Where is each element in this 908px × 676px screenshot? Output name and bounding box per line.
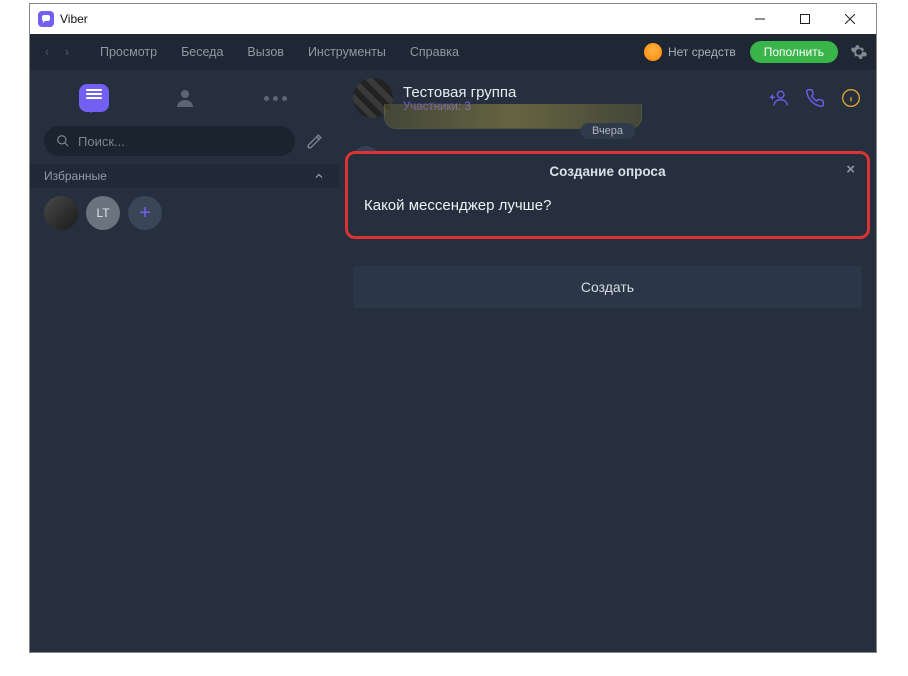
poll-close-button[interactable]: × — [846, 162, 855, 177]
favorite-avatar[interactable] — [44, 196, 78, 230]
topup-button[interactable]: Пополнить — [750, 41, 838, 63]
app-window: Viber ‹ › Просмотр Беседа Вызов Инструме… — [29, 3, 877, 653]
menu-chat[interactable]: Беседа — [169, 39, 235, 65]
info-button[interactable] — [840, 87, 862, 109]
sidebar-tabs — [30, 70, 339, 126]
maximize-button[interactable] — [782, 4, 827, 34]
add-favorite-button[interactable]: + — [128, 196, 162, 230]
titlebar: Viber — [30, 4, 876, 34]
chat-actions — [768, 87, 862, 109]
chat-list[interactable] — [30, 240, 339, 652]
menu-view[interactable]: Просмотр — [88, 39, 169, 65]
chat-title: Тестовая группа — [403, 84, 758, 101]
nav-forward-button[interactable]: › — [58, 44, 76, 60]
chevron-up-icon — [313, 170, 325, 182]
main-area: Поиск... Избранные LT + — [30, 70, 876, 652]
chats-tab[interactable] — [73, 77, 115, 119]
more-tab[interactable] — [255, 77, 297, 119]
minimize-button[interactable] — [737, 4, 782, 34]
settings-button[interactable] — [850, 43, 868, 61]
call-button[interactable] — [804, 87, 826, 109]
poll-dialog: Создание опроса × Какой мессенджер лучше… — [345, 151, 870, 239]
favorites-label: Избранные — [44, 169, 107, 183]
chat-panel: Тестовая группа Участники: 3 — [339, 70, 876, 652]
search-row: Поиск... — [30, 126, 339, 164]
menubar: ‹ › Просмотр Беседа Вызов Инструменты Сп… — [30, 34, 876, 70]
chat-content: Вчера Создание опроса × Какой мессенджер… — [339, 126, 876, 652]
menu-tools[interactable]: Инструменты — [296, 39, 398, 65]
search-placeholder: Поиск... — [78, 134, 125, 149]
poll-question-input[interactable]: Какой мессенджер лучше? — [362, 189, 853, 228]
favorites-row: LT + — [30, 188, 339, 240]
contacts-tab[interactable] — [164, 77, 206, 119]
favorites-header[interactable]: Избранные — [30, 164, 339, 188]
coin-icon — [644, 43, 662, 61]
poll-dialog-title: Создание опроса × — [362, 164, 853, 179]
date-chip: Вчера — [580, 123, 635, 139]
create-poll-button[interactable]: Создать — [353, 266, 862, 308]
close-button[interactable] — [827, 4, 872, 34]
app-icon — [38, 11, 54, 27]
nav-back-button[interactable]: ‹ — [38, 44, 56, 60]
compose-button[interactable] — [305, 131, 325, 151]
balance-label: Нет средств — [668, 45, 736, 59]
search-icon — [56, 134, 70, 148]
menu-call[interactable]: Вызов — [235, 39, 296, 65]
nav-arrows: ‹ › — [38, 44, 76, 60]
sidebar: Поиск... Избранные LT + — [30, 70, 339, 652]
menu-help[interactable]: Справка — [398, 39, 471, 65]
favorite-avatar[interactable]: LT — [86, 196, 120, 230]
search-input[interactable]: Поиск... — [44, 126, 295, 156]
app-title: Viber — [60, 12, 88, 26]
add-user-button[interactable] — [768, 87, 790, 109]
